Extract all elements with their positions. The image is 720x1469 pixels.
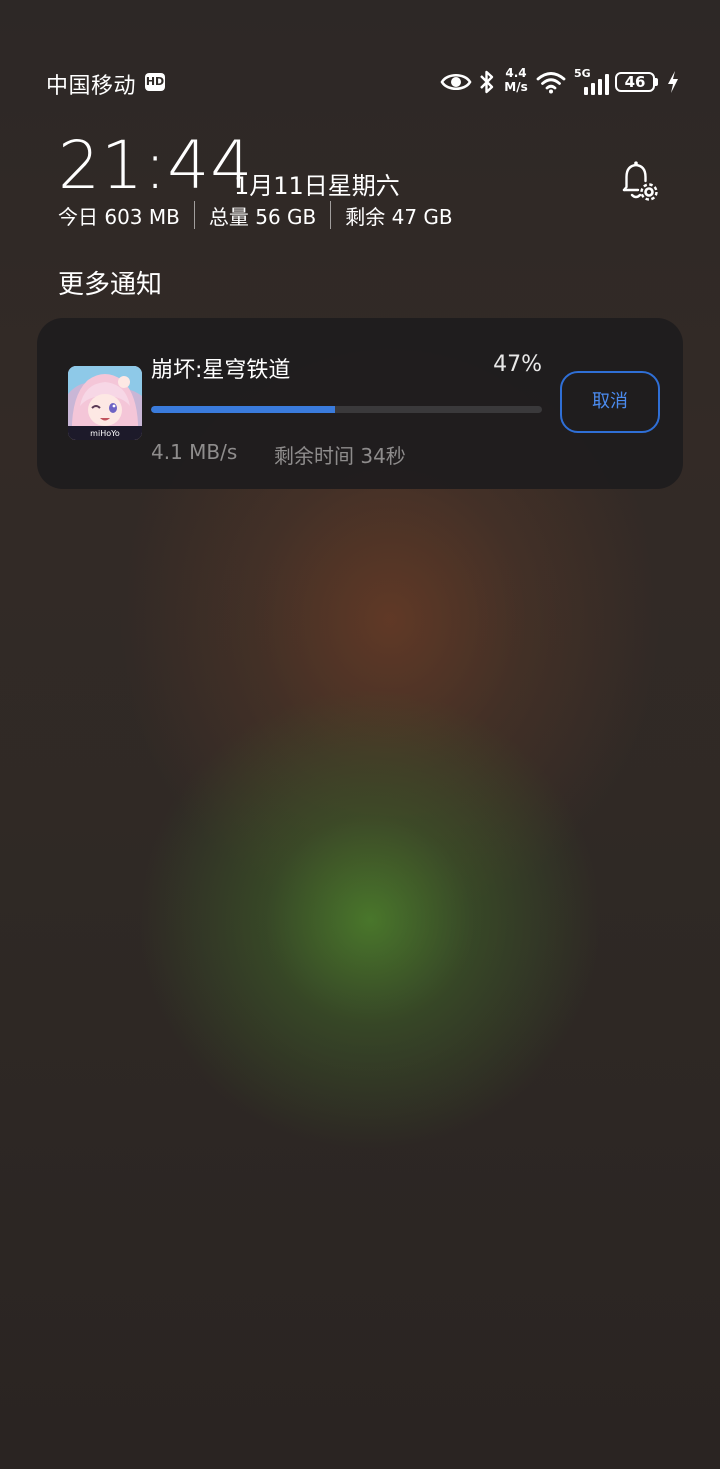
data-usage-stats: 今日 603 MB 总量 56 GB 剩余 47 GB — [58, 200, 453, 230]
divider — [330, 201, 332, 229]
game-app-icon: miHoYo — [68, 366, 142, 440]
hd-voice-badge: HD — [145, 73, 165, 91]
progress-fill — [151, 406, 335, 413]
svg-text:miHoYo: miHoYo — [90, 429, 120, 438]
cellular-5g-icon: 5G — [574, 68, 610, 96]
battery-level: 46 — [624, 73, 646, 91]
status-icons: 4.4 M/s 5G 46 — [440, 64, 686, 100]
remaining-time: 剩余时间 34秒 — [274, 444, 406, 468]
status-bar: 中国移动 HD 4.4 M/s 5G 46 — [0, 64, 720, 100]
app-name: 崩坏:星穹铁道 — [151, 358, 291, 383]
carrier-name: 中国移动 — [46, 74, 137, 99]
clock-time: 21:44 — [58, 127, 254, 204]
battery-tip — [655, 78, 658, 86]
download-progress-bar — [151, 406, 542, 413]
eye-icon — [440, 73, 472, 91]
clock-date: 1月11日星期六 — [234, 172, 400, 200]
download-speed: 4.1 MB/s — [151, 440, 238, 464]
network-speed: 4.4 M/s — [502, 66, 530, 94]
cancel-button[interactable]: 取消 — [560, 371, 660, 433]
progress-percent: 47% — [493, 352, 542, 377]
download-notification-card[interactable]: miHoYo 崩坏:星穹铁道 47% 4.1 MB/s 剩余时间 34秒 取消 — [37, 318, 683, 489]
bluetooth-icon — [480, 70, 494, 94]
battery-icon: 46 — [615, 72, 655, 92]
network-speed-unit: M/s — [504, 80, 528, 94]
divider — [193, 201, 195, 229]
wifi-icon — [536, 72, 566, 94]
data-usage-today: 今日 603 MB — [58, 204, 180, 229]
section-title: 更多通知 — [58, 270, 163, 300]
network-speed-value: 4.4 — [505, 66, 527, 80]
data-usage-remaining: 剩余 47 GB — [345, 204, 453, 229]
data-usage-total: 总量 56 GB — [208, 204, 317, 229]
charging-bolt-icon — [668, 71, 678, 93]
bell-settings-icon[interactable] — [616, 160, 662, 206]
